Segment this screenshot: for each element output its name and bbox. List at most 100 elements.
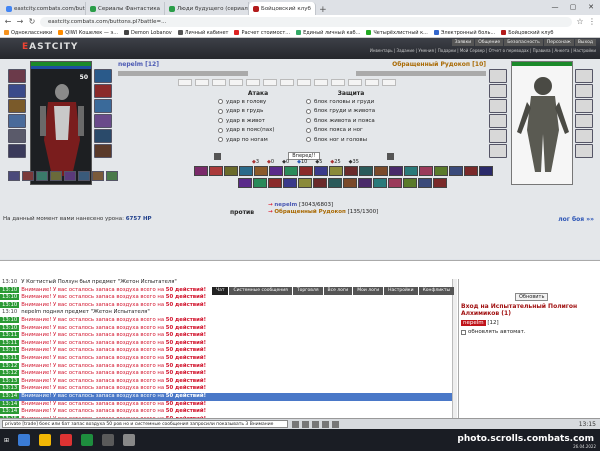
menu-icon[interactable]: ⋮	[588, 17, 596, 26]
chat-tab[interactable]: Торговля	[292, 287, 323, 295]
bookmark-item[interactable]: Demon Lobanov	[123, 29, 172, 36]
chat-tab[interactable]: Системные сообщения	[229, 287, 292, 295]
attack-option[interactable]: удар в живот	[218, 116, 298, 126]
skill-icon[interactable]	[283, 178, 297, 188]
message-time[interactable]: 13:10	[0, 294, 20, 301]
attack-option-radio[interactable]	[218, 137, 223, 143]
topnav-item[interactable]: Заявки	[451, 39, 475, 46]
message-time[interactable]: 13:13	[0, 377, 20, 384]
chat-message[interactable]: 13:11 Внимание! У вас осталось запаса воз…	[0, 332, 452, 340]
attack-option[interactable]: удар в пояс(пах)	[218, 126, 298, 136]
skill-icon[interactable]	[343, 178, 357, 188]
star-icon[interactable]: ☆	[576, 17, 584, 26]
battle-log-link[interactable]: лог боя »»	[558, 216, 594, 223]
skill-icon[interactable]	[344, 166, 358, 176]
attack-option[interactable]: удар в грудь	[218, 107, 298, 117]
skill-icon[interactable]	[373, 178, 387, 188]
forward-icon[interactable]: →	[16, 17, 24, 26]
rune-slot[interactable]	[92, 171, 104, 181]
chat-message[interactable]: 13:10 Внимание! У вас осталось запаса воз…	[0, 301, 452, 310]
windows-start-icon[interactable]: ⊞	[4, 437, 9, 444]
rune-slot[interactable]	[8, 171, 20, 181]
skill-icon[interactable]	[299, 166, 313, 176]
attack-option-radio[interactable]	[218, 118, 223, 124]
maximize-icon[interactable]: ▢	[564, 0, 582, 14]
close-icon[interactable]: ✕	[582, 0, 600, 14]
sound-icon[interactable]	[332, 420, 339, 428]
belt-slot[interactable]	[8, 129, 26, 143]
topnav-item[interactable]: Безопасность	[504, 39, 543, 46]
rune-slot[interactable]	[64, 171, 76, 181]
translit-icon[interactable]	[302, 420, 309, 428]
message-time[interactable]: 13:11	[0, 347, 20, 354]
rune-slot[interactable]	[50, 171, 62, 181]
skill-icon[interactable]	[374, 166, 388, 176]
new-tab-icon[interactable]: +	[316, 5, 330, 15]
bookmark-item[interactable]: Четырёхлистный к...	[366, 29, 428, 36]
skill-icon[interactable]	[194, 166, 208, 176]
skill-icon[interactable]	[449, 166, 463, 176]
bookmark-item[interactable]: Электронный боль...	[433, 29, 495, 36]
browser-tab[interactable]: eastcity.combats.com/buttons.pl?battle=.…	[2, 2, 86, 15]
sub-nav[interactable]: Инвентарь | Задание | Умения | Подарки |…	[370, 48, 596, 53]
skill-icon[interactable]	[464, 166, 478, 176]
bookmark-item[interactable]: QIWI Кошелек — э...	[58, 29, 118, 36]
chat-message[interactable]: 13:10 Внимание! У вас осталось запаса воз…	[0, 294, 452, 302]
bracers-slot[interactable]	[8, 144, 26, 158]
bookmark-item[interactable]: Одноклассники	[4, 29, 52, 36]
skill-icon[interactable]	[298, 178, 312, 188]
chat-message[interactable]: 13:11 Внимание! У вас осталось запаса воз…	[0, 339, 452, 348]
chat-message[interactable]: 13:11 Внимание! У вас осталось запаса воз…	[0, 354, 452, 363]
defense-option-radio[interactable]	[306, 118, 311, 124]
attack-option-radio[interactable]	[218, 127, 223, 133]
defense-option-radio[interactable]	[306, 108, 311, 114]
back-icon[interactable]: ←	[4, 17, 12, 26]
refresh-button[interactable]: Обновить	[515, 293, 549, 301]
helmet-slot[interactable]	[8, 69, 26, 83]
rune-slot[interactable]	[78, 171, 90, 181]
amulet-slot[interactable]	[8, 84, 26, 98]
message-time[interactable]: 13:10	[0, 309, 19, 315]
defense-option[interactable]: блок пояса и ног	[306, 126, 396, 136]
message-time[interactable]: 13:11	[0, 339, 20, 346]
skill-icon[interactable]	[329, 166, 343, 176]
topnav-item[interactable]: Персонаж	[543, 39, 574, 46]
message-time[interactable]: 13:12	[0, 370, 20, 377]
skill-icon[interactable]	[434, 166, 448, 176]
auto-refresh-checkbox[interactable]	[461, 329, 466, 335]
defense-option-radio[interactable]	[306, 127, 311, 133]
minimize-icon[interactable]: —	[546, 0, 564, 14]
legs-slot[interactable]	[94, 129, 112, 143]
ring-slot[interactable]	[94, 69, 112, 83]
armor-slot[interactable]	[8, 114, 26, 128]
filter-icon[interactable]	[322, 420, 329, 428]
earring-slot[interactable]	[94, 84, 112, 98]
skill-icon[interactable]	[314, 166, 328, 176]
skill-icon[interactable]	[239, 166, 253, 176]
message-time[interactable]: 13:10	[0, 316, 20, 323]
rune-slot[interactable]	[22, 171, 34, 181]
auto-defense-icon[interactable]	[387, 152, 394, 160]
skill-icon[interactable]	[404, 166, 418, 176]
taskbar-app-icon[interactable]	[60, 434, 73, 446]
chat-message[interactable]: 13:13 Внимание! У вас осталось запаса воз…	[0, 377, 452, 386]
browser-tab[interactable]: Люди будущего (сериал)	[165, 2, 250, 15]
defense-option[interactable]: блок живота и пояса	[306, 116, 396, 126]
defense-option[interactable]: блок головы и груди	[306, 97, 396, 107]
message-time[interactable]: 13:10	[0, 301, 20, 308]
topnav-item[interactable]: Выход	[574, 39, 596, 46]
message-time[interactable]: 13:11	[0, 354, 20, 361]
auto-attack-icon[interactable]	[214, 152, 221, 160]
chat-tab[interactable]: Настройки	[384, 287, 418, 295]
attack-option[interactable]: удар по ногам	[218, 135, 298, 145]
message-time[interactable]: 13:14	[0, 400, 20, 407]
skill-icon[interactable]	[403, 178, 417, 188]
reload-icon[interactable]: ↻	[28, 17, 36, 26]
skill-icon[interactable]	[268, 178, 282, 188]
chat-message[interactable]: 13:13 Внимание! У вас осталось запаса воз…	[0, 385, 452, 393]
chat-message[interactable]: 13:14 Внимание! У вас осталось запаса воз…	[0, 400, 452, 409]
message-time[interactable]: 13:14	[0, 392, 20, 399]
message-time[interactable]: 13:11	[0, 332, 20, 339]
skill-icon[interactable]	[224, 166, 238, 176]
clear-icon[interactable]	[312, 420, 319, 428]
